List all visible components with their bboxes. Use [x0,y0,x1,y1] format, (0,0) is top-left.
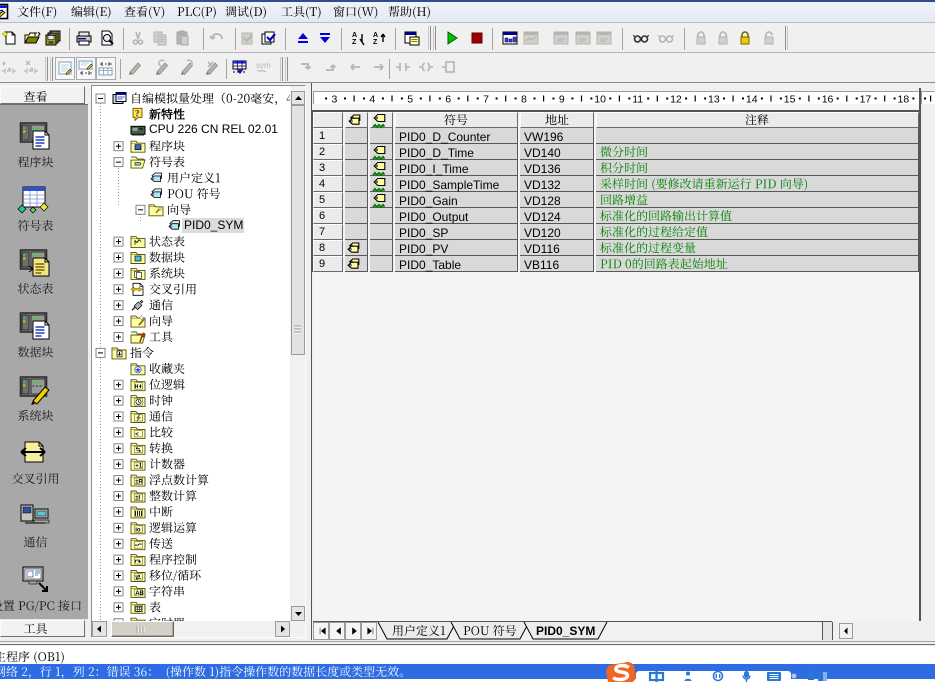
svg-text:<: < [135,432,139,438]
svg-text:AB: AB [135,591,144,597]
svg-text:+1: +1 [135,464,143,470]
svg-text:?: ? [135,108,140,118]
svg-text:±I: ±I [135,496,140,502]
svg-text:io: io [135,527,141,533]
svg-text:±R: ±R [135,480,143,486]
